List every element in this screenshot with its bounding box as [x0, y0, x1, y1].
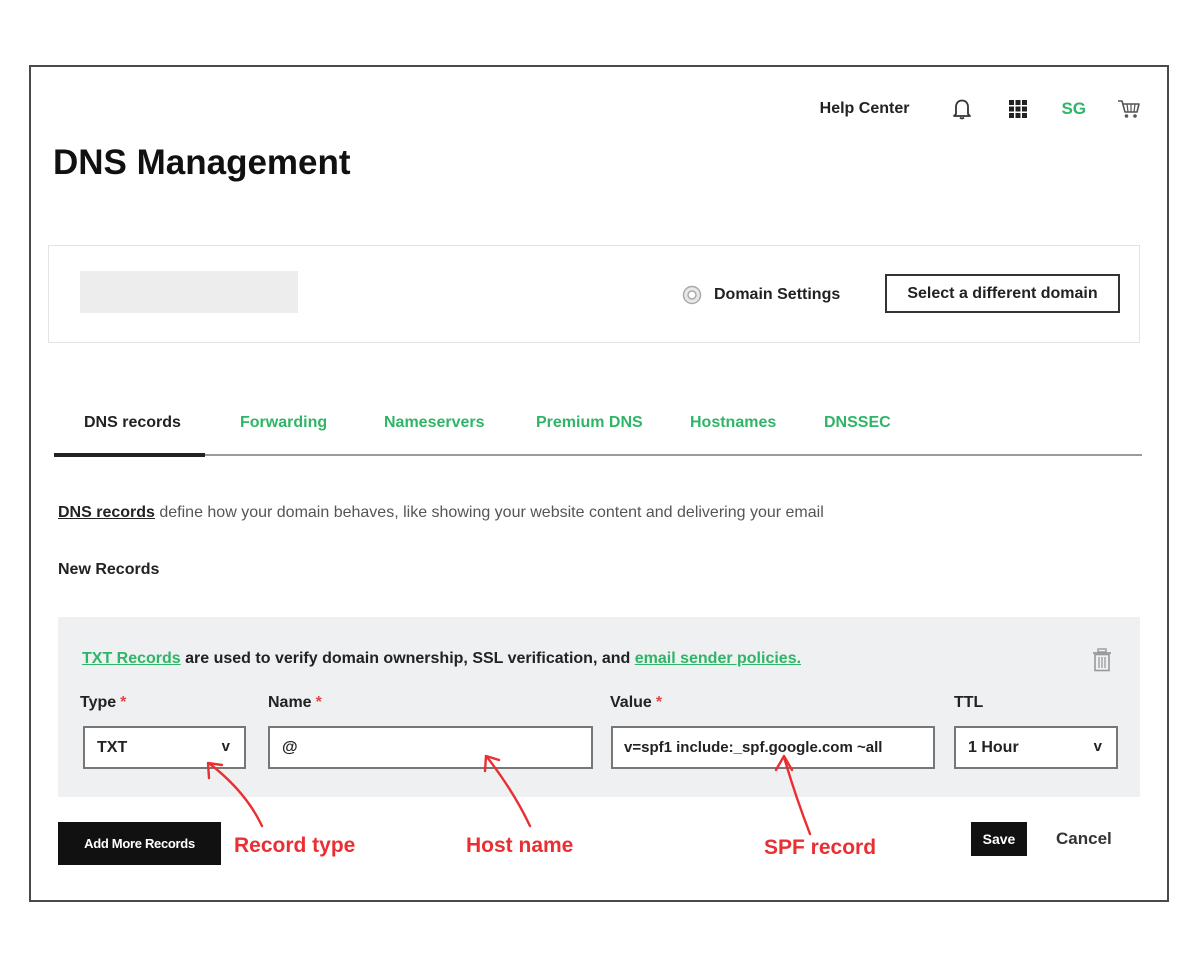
name-input-value: @ — [282, 738, 298, 756]
value-input[interactable]: v=spf1 include:_spf.google.com ~all — [611, 726, 935, 769]
dns-records-help-link[interactable]: DNS records — [58, 504, 155, 521]
new-record-panel: TXT Records are used to verify domain ow… — [58, 617, 1140, 797]
tab-dnssec[interactable]: DNSSEC — [824, 414, 891, 432]
domain-card: Domain Settings Select a different domai… — [48, 245, 1140, 343]
gear-icon — [681, 284, 703, 306]
cancel-button[interactable]: Cancel — [1056, 829, 1112, 849]
active-tab-indicator — [54, 453, 205, 457]
txt-records-link[interactable]: TXT Records — [82, 650, 181, 667]
required-marker: * — [655, 694, 663, 711]
add-more-records-button[interactable]: Add More Records — [58, 822, 221, 865]
cart-icon[interactable] — [1116, 96, 1142, 122]
name-input[interactable]: @ — [268, 726, 593, 769]
type-label-text: Type — [80, 694, 117, 711]
type-label: Type * — [80, 694, 126, 712]
tab-nameservers[interactable]: Nameservers — [384, 414, 485, 432]
annotation-record-type: Record type — [234, 834, 356, 857]
name-label: Name * — [268, 694, 322, 712]
domain-settings-label: Domain Settings — [714, 286, 841, 303]
tab-forwarding[interactable]: Forwarding — [240, 414, 327, 432]
ttl-select[interactable]: 1 Hour v — [954, 726, 1118, 769]
page-title: DNS Management — [53, 143, 351, 182]
domain-name-placeholder — [80, 271, 298, 313]
required-marker: * — [120, 694, 127, 711]
top-navigation: Help Center SG — [820, 96, 1142, 122]
type-select-value: TXT — [97, 738, 128, 756]
save-button[interactable]: Save — [971, 822, 1027, 856]
help-center-link[interactable]: Help Center — [820, 100, 910, 118]
select-different-domain-button[interactable]: Select a different domain — [885, 274, 1120, 313]
name-label-text: Name — [268, 694, 312, 711]
value-input-value: v=spf1 include:_spf.google.com ~all — [624, 739, 883, 756]
annotation-host-name: Host name — [466, 834, 574, 857]
dns-tabs: DNS records Forwarding Nameservers Premi… — [54, 400, 1142, 457]
tab-dns-records[interactable]: DNS records — [84, 414, 181, 432]
tab-hostnames[interactable]: Hostnames — [690, 414, 776, 432]
ttl-label: TTL — [954, 694, 983, 712]
email-sender-policies-link[interactable]: email sender policies. — [635, 650, 801, 667]
new-records-heading: New Records — [58, 561, 160, 578]
ttl-select-value: 1 Hour — [968, 738, 1019, 756]
chevron-down-icon: v — [221, 738, 230, 755]
description-text: define how your domain behaves, like sho… — [154, 504, 824, 521]
domain-settings-link[interactable]: Domain Settings — [681, 284, 840, 306]
required-marker: * — [315, 694, 322, 711]
trash-icon[interactable] — [1092, 648, 1112, 672]
dns-records-description: DNS records define how your domain behav… — [58, 504, 824, 522]
tab-premium-dns[interactable]: Premium DNS — [536, 414, 643, 432]
value-label: Value * — [610, 694, 662, 712]
txt-records-info-text: are used to verify domain ownership, SSL… — [180, 650, 635, 667]
ttl-label-text: TTL — [954, 694, 984, 711]
txt-records-info: TXT Records are used to verify domain ow… — [82, 650, 801, 668]
bell-icon[interactable] — [949, 96, 975, 122]
value-label-text: Value — [610, 694, 652, 711]
apps-grid-icon[interactable] — [1005, 96, 1031, 122]
user-avatar-initials[interactable]: SG — [1061, 99, 1086, 119]
chevron-down-icon: v — [1093, 738, 1102, 755]
annotation-spf-record: SPF record — [764, 836, 877, 859]
type-select[interactable]: TXT v — [83, 726, 246, 769]
